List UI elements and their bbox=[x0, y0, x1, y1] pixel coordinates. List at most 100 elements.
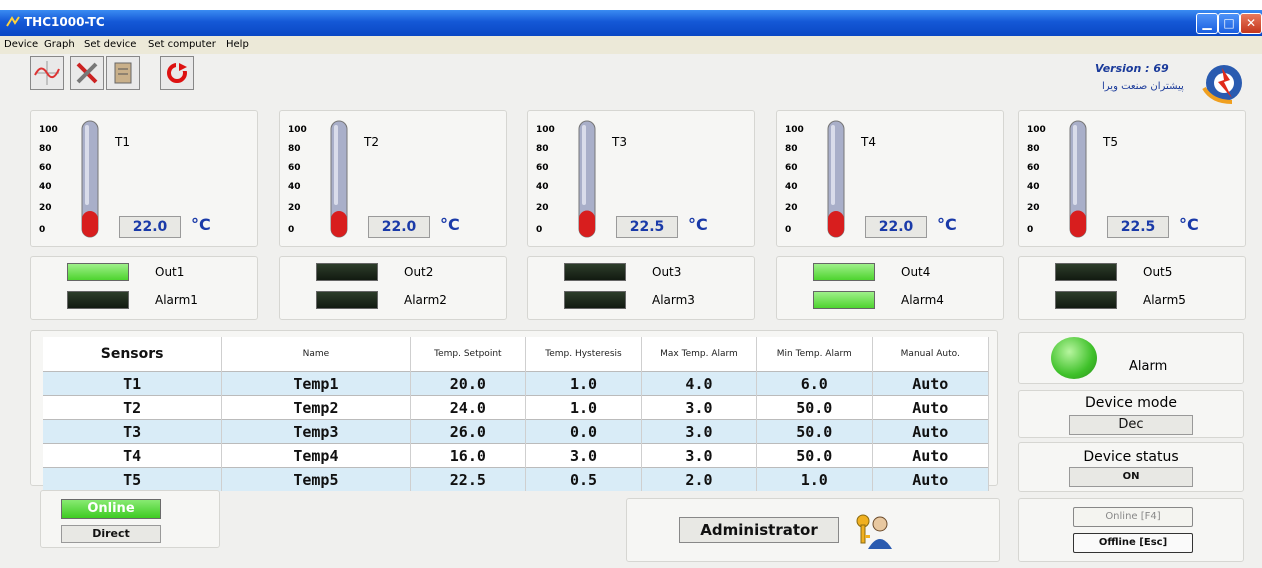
thermometer-icon bbox=[1069, 120, 1087, 238]
temperature-unit: °C bbox=[1179, 215, 1199, 234]
table-cell: 0.0 bbox=[525, 419, 642, 444]
scale-tick: 0 bbox=[785, 225, 792, 235]
maximize-button[interactable]: □ bbox=[1218, 13, 1240, 34]
scale-tick: 40 bbox=[288, 182, 301, 192]
online-button[interactable]: Online [F4] bbox=[1073, 507, 1193, 527]
scale-tick: 80 bbox=[1027, 144, 1040, 154]
mercury-level bbox=[579, 210, 595, 237]
table-cell: T5 bbox=[43, 467, 223, 491]
settings-button[interactable] bbox=[70, 56, 104, 90]
table-cell: 16.0 bbox=[410, 443, 527, 468]
sensor-label: T2 bbox=[364, 135, 379, 149]
output-panel-t5: Out5 Alarm5 bbox=[1018, 256, 1246, 320]
connection-panel: Online Direct bbox=[40, 490, 220, 548]
temperature-value: 22.0 bbox=[368, 216, 430, 238]
alarm-label: Alarm4 bbox=[901, 293, 944, 307]
temperature-unit: °C bbox=[440, 215, 460, 234]
menu-graph[interactable]: Graph bbox=[44, 39, 75, 50]
alarm-led bbox=[1055, 291, 1117, 309]
alarm-led bbox=[316, 291, 378, 309]
alarm-indicator bbox=[1051, 337, 1097, 379]
alarm-label: Alarm3 bbox=[652, 293, 695, 307]
user-role: Administrator bbox=[679, 517, 839, 543]
close-button[interactable]: ✕ bbox=[1240, 13, 1262, 34]
app-icon bbox=[6, 16, 20, 27]
out-label: Out4 bbox=[901, 265, 931, 279]
menu-help[interactable]: Help bbox=[226, 39, 249, 50]
table-cell: 4.0 bbox=[641, 371, 758, 396]
scale-tick: 100 bbox=[288, 125, 307, 135]
scale-tick: 0 bbox=[288, 225, 295, 235]
table-cell: T1 bbox=[43, 371, 223, 396]
refresh-icon bbox=[167, 61, 188, 83]
table-cell: 26.0 bbox=[410, 419, 527, 444]
table-cell: Temp2 bbox=[221, 395, 411, 420]
col-min-alarm: Min Temp. Alarm bbox=[756, 337, 873, 372]
table-cell: Temp3 bbox=[221, 419, 411, 444]
table-cell: Temp1 bbox=[221, 371, 411, 396]
sensor-table-panel: Sensors Name Temp. Setpoint Temp. Hyster… bbox=[30, 330, 998, 491]
alarm-led bbox=[813, 291, 875, 309]
output-panel-t2: Out2 Alarm2 bbox=[279, 256, 507, 320]
table-cell: Temp5 bbox=[221, 467, 411, 491]
user-panel: Administrator bbox=[626, 498, 1000, 562]
out-led bbox=[67, 263, 129, 281]
output-panel-t3: Out3 Alarm3 bbox=[527, 256, 755, 320]
table-cell: T4 bbox=[43, 443, 223, 468]
table-cell: Auto bbox=[872, 419, 990, 444]
table-row[interactable]: T1 Temp1 20.0 1.0 4.0 6.0 Auto bbox=[43, 371, 990, 396]
top-strip bbox=[0, 0, 1262, 10]
out-label: Out1 bbox=[155, 265, 185, 279]
col-setpoint: Temp. Setpoint bbox=[410, 337, 527, 372]
scale-tick: 100 bbox=[1027, 125, 1046, 135]
scale-tick: 100 bbox=[536, 125, 555, 135]
table-row[interactable]: T5 Temp5 22.5 0.5 2.0 1.0 Auto bbox=[43, 467, 990, 491]
out-label: Out3 bbox=[652, 265, 682, 279]
minimize-button[interactable]: ▁ bbox=[1196, 13, 1218, 34]
scale-tick: 80 bbox=[39, 144, 52, 154]
table-cell: 50.0 bbox=[756, 395, 873, 420]
temperature-value: 22.5 bbox=[1107, 216, 1169, 238]
online-indicator[interactable]: Online bbox=[61, 499, 161, 519]
sensor-table: Sensors Name Temp. Setpoint Temp. Hyster… bbox=[43, 337, 990, 491]
computer-settings-button[interactable] bbox=[106, 56, 140, 90]
offline-button[interactable]: Offline [Esc] bbox=[1073, 533, 1193, 553]
temperature-value: 22.0 bbox=[865, 216, 927, 238]
scale-tick: 100 bbox=[785, 125, 804, 135]
scale-tick: 40 bbox=[536, 182, 549, 192]
scale-tick: 20 bbox=[288, 203, 301, 213]
thermometer-icon bbox=[330, 120, 348, 238]
scale-tick: 60 bbox=[39, 163, 52, 173]
table-cell: 0.5 bbox=[525, 467, 642, 491]
table-cell: 2.0 bbox=[641, 467, 758, 491]
menu-set-device[interactable]: Set device bbox=[84, 39, 136, 50]
table-cell: 1.0 bbox=[525, 371, 642, 396]
menu-bar: Device Graph Set device Set computer Hel… bbox=[0, 36, 1262, 54]
table-cell: Auto bbox=[872, 467, 990, 491]
alarm-led bbox=[564, 291, 626, 309]
table-cell: 3.0 bbox=[641, 395, 758, 420]
table-row[interactable]: T3 Temp3 26.0 0.0 3.0 50.0 Auto bbox=[43, 419, 990, 444]
reset-button[interactable] bbox=[160, 56, 194, 90]
alarm-label: Alarm2 bbox=[404, 293, 447, 307]
menu-device[interactable]: Device bbox=[4, 39, 38, 50]
temperature-unit: °C bbox=[191, 215, 211, 234]
table-cell: 1.0 bbox=[756, 467, 873, 491]
table-cell: 3.0 bbox=[641, 443, 758, 468]
table-cell: 50.0 bbox=[756, 419, 873, 444]
sensor-label: T4 bbox=[861, 135, 876, 149]
graph-button[interactable] bbox=[30, 56, 64, 90]
device-status-title: Device status bbox=[1083, 449, 1179, 465]
menu-set-computer[interactable]: Set computer bbox=[148, 39, 216, 50]
scale-tick: 20 bbox=[785, 203, 798, 213]
tools-icon bbox=[76, 62, 98, 84]
mercury-level bbox=[828, 211, 844, 237]
table-cell: Auto bbox=[872, 443, 990, 468]
out-led bbox=[1055, 263, 1117, 281]
out-led bbox=[564, 263, 626, 281]
scale-tick: 80 bbox=[536, 144, 549, 154]
table-cell: 20.0 bbox=[410, 371, 527, 396]
table-row[interactable]: T4 Temp4 16.0 3.0 3.0 50.0 Auto bbox=[43, 443, 990, 468]
scale-tick: 80 bbox=[288, 144, 301, 154]
table-row[interactable]: T2 Temp2 24.0 1.0 3.0 50.0 Auto bbox=[43, 395, 990, 420]
